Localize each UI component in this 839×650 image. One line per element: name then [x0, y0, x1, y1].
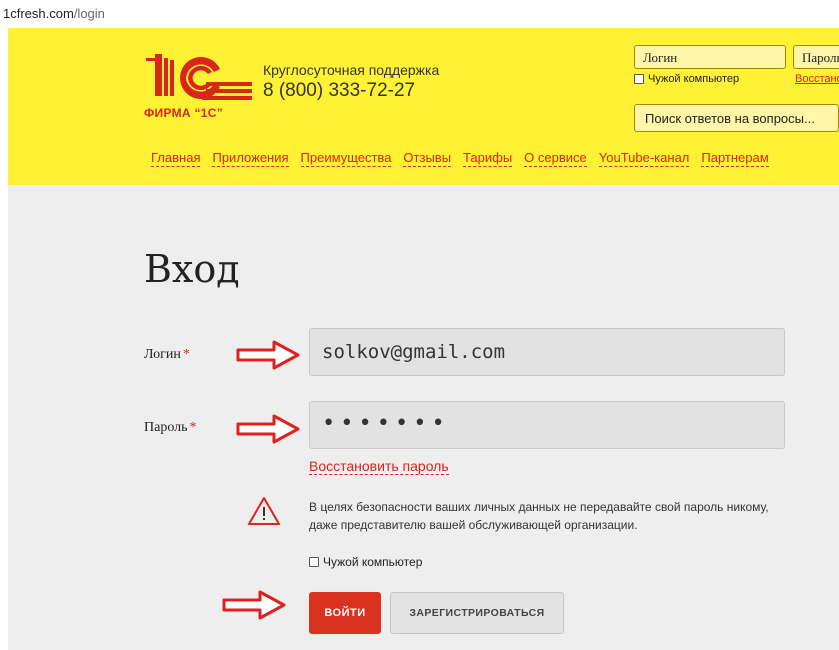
foreign-computer-label: Чужой компьютер: [323, 555, 423, 569]
nav-item-apps[interactable]: Приложения: [212, 150, 289, 167]
login-label-text: Логин: [144, 347, 181, 362]
login-label: Логин *: [144, 347, 190, 363]
support-phone[interactable]: 8 (800) 333-72-27: [263, 80, 415, 102]
support-label: Круглосуточная поддержка: [263, 62, 440, 78]
nav-item-youtube[interactable]: YouTube-канал: [598, 150, 690, 167]
site-header: ФИРМА “1С” Круглосуточная поддержка 8 (8…: [8, 28, 839, 185]
header-foreign-computer-label: Чужой компьютер: [648, 73, 740, 85]
checkbox-icon[interactable]: [634, 74, 644, 84]
nav-item-benefits[interactable]: Преимущества: [300, 150, 392, 167]
arrow-right-icon: [222, 590, 286, 620]
header-password-input[interactable]: Пароль: [793, 45, 839, 69]
page-title: Вход: [144, 247, 240, 291]
nav-item-reviews[interactable]: Отзывы: [403, 150, 452, 167]
nav-item-tariffs[interactable]: Тарифы: [463, 150, 513, 167]
password-label-text: Пароль: [144, 420, 188, 435]
checkbox-icon[interactable]: [309, 557, 319, 567]
restore-password-link[interactable]: Восстановить пароль: [309, 458, 449, 475]
nav-item-about[interactable]: О сервисе: [524, 150, 587, 167]
password-input[interactable]: •••••••: [309, 401, 785, 449]
nav-item-home[interactable]: Главная: [151, 150, 201, 167]
required-mark: *: [189, 420, 197, 435]
header-restore-link[interactable]: Восстановить: [795, 73, 839, 85]
foreign-computer-checkbox[interactable]: Чужой компьютер: [309, 555, 422, 569]
arrow-right-icon: [236, 414, 300, 444]
header-login-input[interactable]: Логин: [634, 45, 786, 69]
url-path: /login: [73, 6, 105, 21]
required-mark: *: [182, 347, 190, 362]
warning-icon: [248, 497, 280, 525]
login-section: Вход Логин * solkov@gmail.com Пароль * •••…: [8, 185, 839, 650]
register-button[interactable]: ЗАРЕГИСТРИРОВАТЬСЯ: [390, 592, 564, 634]
main-nav: Главная Приложения Преимущества Отзывы Т…: [151, 150, 769, 167]
nav-item-partners[interactable]: Партнерам: [701, 150, 769, 167]
login-input[interactable]: solkov@gmail.com: [309, 328, 785, 376]
security-warning: В целях безопасности ваших личных данных…: [309, 500, 769, 532]
password-label: Пароль *: [144, 420, 197, 436]
header-search-input[interactable]: Поиск ответов на вопросы...: [634, 104, 839, 132]
arrow-right-icon: [236, 340, 300, 370]
login-button[interactable]: ВОЙТИ: [309, 592, 381, 634]
address-bar[interactable]: 1cfresh.com/login: [0, 0, 839, 28]
url-domain: 1cfresh.com: [3, 6, 74, 21]
header-foreign-computer-checkbox[interactable]: Чужой компьютер: [634, 73, 739, 85]
logo-caption: ФИРМА “1С”: [144, 106, 224, 120]
